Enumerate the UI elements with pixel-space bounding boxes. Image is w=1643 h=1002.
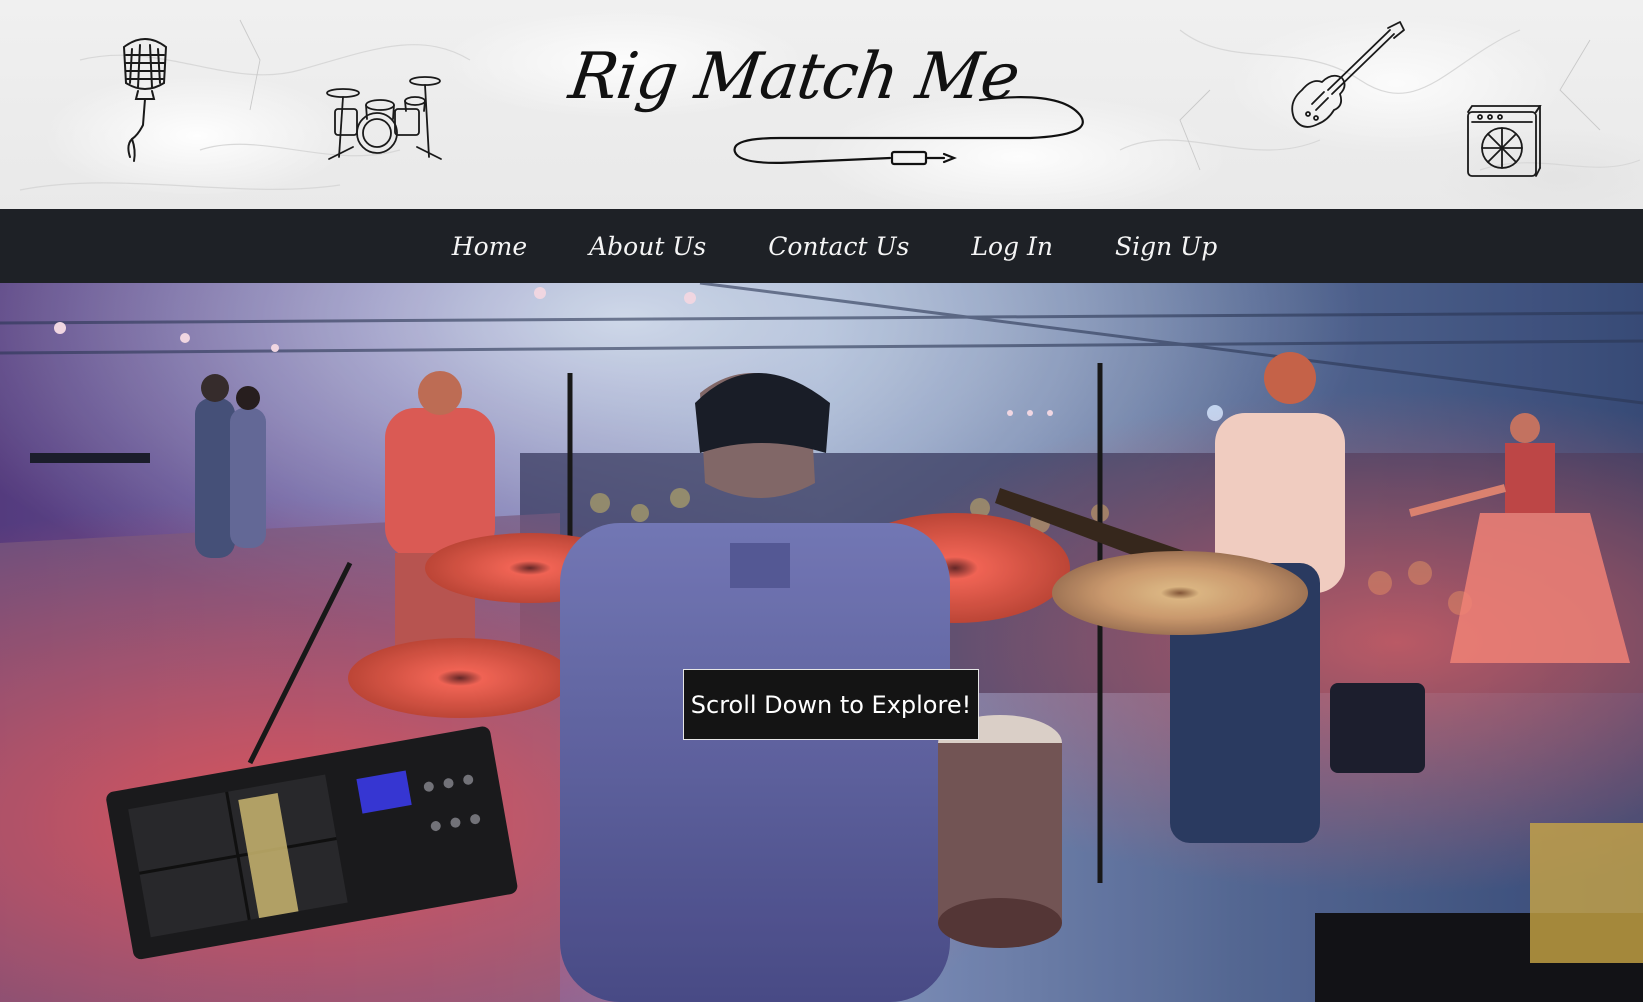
amplifier-icon (1467, 105, 1542, 177)
nav-sign-up-link[interactable]: Sign Up (1084, 232, 1248, 261)
electric-guitar-icon (1291, 21, 1405, 128)
cable-jack-icon (733, 96, 1084, 166)
nav-home-link[interactable]: Home (421, 232, 558, 261)
site-logo[interactable]: Rig Match Me (560, 30, 1100, 180)
nav-contact-us-link[interactable]: Contact Us (737, 232, 940, 261)
hero-concert-photo (0, 283, 1643, 1002)
scroll-down-button[interactable]: Scroll Down to Explore! (683, 669, 979, 740)
hero-section: Scroll Down to Explore! (0, 283, 1643, 1002)
main-navigation: Home About Us Contact Us Log In Sign Up (0, 209, 1643, 283)
microphone-icon (122, 38, 168, 162)
header-banner: Rig Match Me (0, 0, 1643, 209)
nav-log-in-link[interactable]: Log In (940, 232, 1084, 261)
drum-kit-icon (326, 76, 442, 160)
nav-about-us-link[interactable]: About Us (558, 232, 737, 261)
nav-list: Home About Us Contact Us Log In Sign Up (421, 232, 1248, 261)
